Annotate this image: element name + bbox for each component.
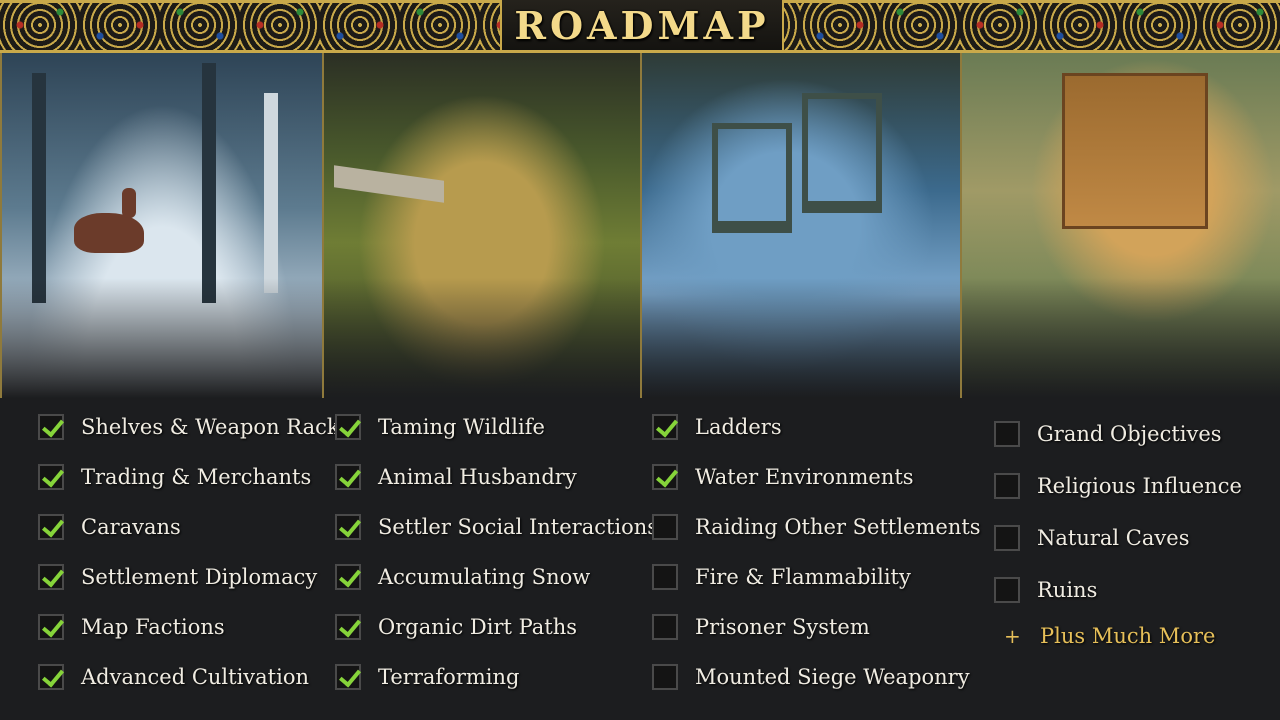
item-label: Ladders <box>695 415 782 439</box>
item-label: Animal Husbandry <box>378 465 577 489</box>
checkbox-empty-icon <box>994 473 1020 499</box>
item-label: Map Factions <box>81 615 225 639</box>
list-item: Taming Wildlife <box>335 402 658 452</box>
list-item: Accumulating Snow <box>335 552 658 602</box>
plus-icon: + <box>1004 624 1021 648</box>
item-label: Water Environments <box>695 465 914 489</box>
item-label: Raiding Other Settlements <box>695 515 981 539</box>
list-item: Settler Social Interactions <box>335 502 658 552</box>
item-label: Advanced Cultivation <box>81 665 309 689</box>
item-label: Religious Influence <box>1037 474 1242 498</box>
item-label: Grand Objectives <box>1037 422 1222 446</box>
list-item: Natural Caves <box>994 512 1242 564</box>
roadmap-column-3: Ladders Water Environments Raiding Other… <box>652 402 981 702</box>
item-label: Fire & Flammability <box>695 565 911 589</box>
list-item: Map Factions <box>38 602 350 652</box>
item-label: Caravans <box>81 515 181 539</box>
list-item: Ruins <box>994 564 1242 616</box>
screenshot-fort <box>960 53 1280 398</box>
deer-figure <box>74 213 144 253</box>
checkbox-checked-icon <box>335 564 361 590</box>
item-label: Trading & Merchants <box>81 465 312 489</box>
checkbox-checked-icon <box>335 464 361 490</box>
list-item: Ladders <box>652 402 981 452</box>
checkbox-empty-icon <box>652 664 678 690</box>
screenshot-winter-forest <box>0 53 322 398</box>
plus-much-more: + Plus Much More <box>1004 616 1242 656</box>
screenshot-garden <box>322 53 640 398</box>
item-label: Shelves & Weapon Racks <box>81 415 351 439</box>
checkbox-checked-icon <box>38 414 64 440</box>
list-item: Trading & Merchants <box>38 452 350 502</box>
checkbox-empty-icon <box>994 577 1020 603</box>
checkbox-checked-icon <box>652 464 678 490</box>
item-label: Prisoner System <box>695 615 870 639</box>
checkbox-empty-icon <box>994 525 1020 551</box>
item-label: Settler Social Interactions <box>378 515 659 539</box>
checkbox-empty-icon <box>994 421 1020 447</box>
list-item: Advanced Cultivation <box>38 652 350 702</box>
checkbox-checked-icon <box>38 564 64 590</box>
checkbox-checked-icon <box>335 514 361 540</box>
list-item: Religious Influence <box>994 460 1242 512</box>
item-label: Settlement Diplomacy <box>81 565 318 589</box>
list-item: Raiding Other Settlements <box>652 502 981 552</box>
ornate-header: ROADMAP <box>0 0 1280 53</box>
item-label: Accumulating Snow <box>378 565 591 589</box>
list-item: Water Environments <box>652 452 981 502</box>
checkbox-checked-icon <box>335 414 361 440</box>
title-plate: ROADMAP <box>500 0 784 50</box>
list-item: Terraforming <box>335 652 658 702</box>
roadmap-checklist: Shelves & Weapon Racks Trading & Merchan… <box>0 398 1280 720</box>
checkbox-empty-icon <box>652 564 678 590</box>
item-label: Terraforming <box>378 665 520 689</box>
list-item: Mounted Siege Weaponry <box>652 652 981 702</box>
checkbox-checked-icon <box>335 664 361 690</box>
roadmap-column-1: Shelves & Weapon Racks Trading & Merchan… <box>38 402 350 702</box>
list-item: Caravans <box>38 502 350 552</box>
list-item: Fire & Flammability <box>652 552 981 602</box>
page-title: ROADMAP <box>514 2 770 48</box>
item-label: Natural Caves <box>1037 526 1190 550</box>
checkbox-checked-icon <box>38 664 64 690</box>
list-item: Organic Dirt Paths <box>335 602 658 652</box>
item-label: Ruins <box>1037 578 1098 602</box>
roadmap-column-2: Taming Wildlife Animal Husbandry Settler… <box>335 402 658 702</box>
screenshot-siege <box>640 53 960 398</box>
checkbox-checked-icon <box>335 614 361 640</box>
list-item: Settlement Diplomacy <box>38 552 350 602</box>
checkbox-empty-icon <box>652 514 678 540</box>
checkbox-checked-icon <box>38 514 64 540</box>
roadmap-column-4: Grand Objectives Religious Influence Nat… <box>994 408 1242 656</box>
list-item: Shelves & Weapon Racks <box>38 402 350 452</box>
checkbox-empty-icon <box>652 614 678 640</box>
checkbox-checked-icon <box>38 614 64 640</box>
screenshot-strip <box>0 53 1280 398</box>
list-item: Prisoner System <box>652 602 981 652</box>
checkbox-checked-icon <box>652 414 678 440</box>
list-item: Grand Objectives <box>994 408 1242 460</box>
item-label: Taming Wildlife <box>378 415 545 439</box>
checkbox-checked-icon <box>38 464 64 490</box>
item-label: Mounted Siege Weaponry <box>695 665 970 689</box>
plus-much-more-label: Plus Much More <box>1040 624 1216 648</box>
list-item: Animal Husbandry <box>335 452 658 502</box>
item-label: Organic Dirt Paths <box>378 615 578 639</box>
